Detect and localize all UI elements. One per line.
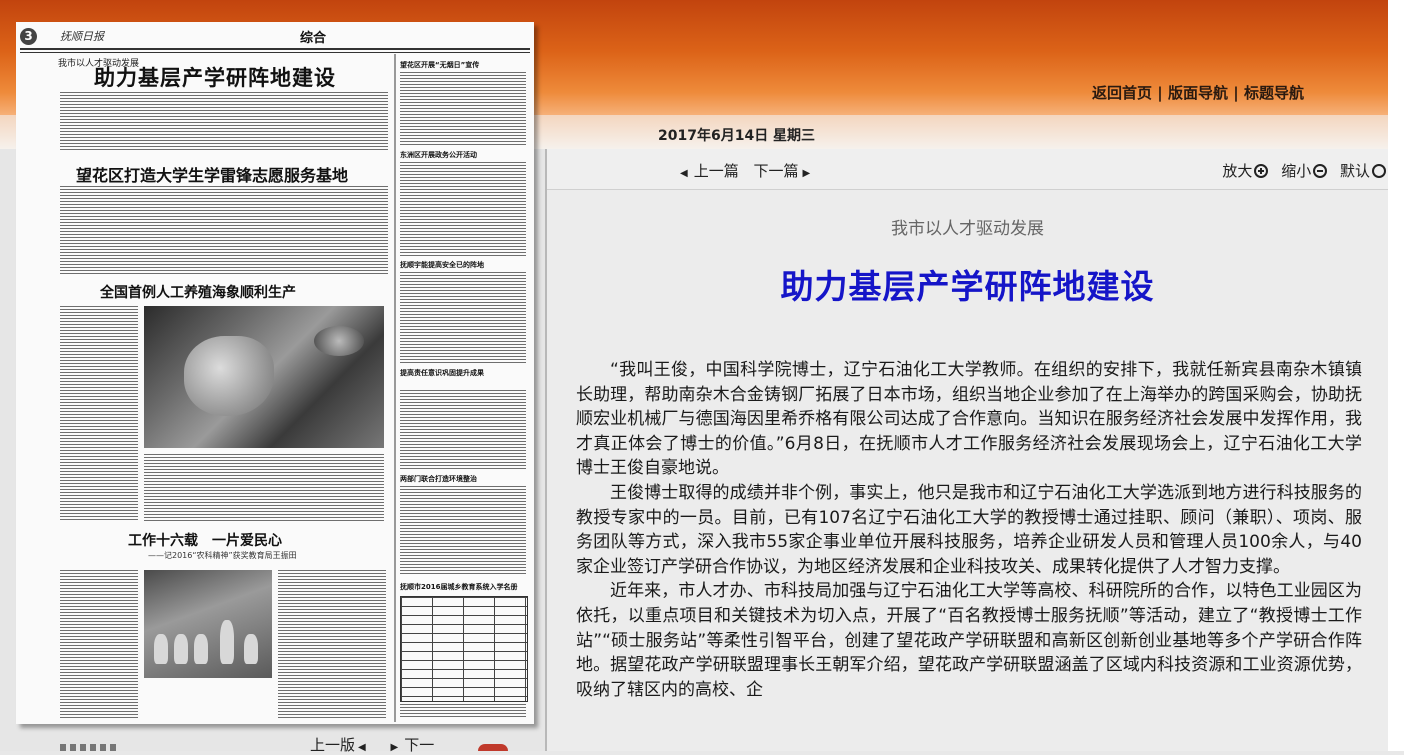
np-side-headline-link[interactable]: 望花区开展“无烟日”宣传	[400, 60, 479, 70]
np-side-headline-link[interactable]: 抚顺市2016届城乡教育系统入学名册	[400, 582, 517, 592]
prev-page-label: 上一版	[310, 736, 356, 754]
nav-separator: |	[1157, 84, 1163, 102]
next-page-label: 下一	[404, 736, 435, 754]
article-subtitle: 我市以人才驱动发展	[891, 219, 1044, 239]
article-paragraph: 王俊博士取得的成绩并非个例，事实上，他只是我市和辽宁石油化工大学选派到地方进行科…	[576, 482, 1362, 577]
np-text-block	[400, 72, 526, 146]
cutoff-text	[60, 744, 120, 751]
np-text-block	[400, 704, 526, 718]
nav-separator: |	[1233, 84, 1239, 102]
np-headline-link[interactable]: 助力基层产学研阵地建设	[94, 62, 336, 92]
issue-date: 2017年6月14日 星期三	[658, 128, 816, 144]
np-headline-link[interactable]: 全国首例人工养殖海象顺利生产	[100, 282, 296, 302]
article-paragraph: “我叫王俊，中国科学院博士，辽宁石油化工大学教师。在组织的安排下，我就任新宾县南…	[576, 360, 1362, 479]
page-nav-link[interactable]: 版面导航	[1168, 84, 1228, 102]
newspaper-page-image[interactable]: 3 抚顺日报 综合 我市以人才驱动发展 助力基层产学研阵地建设 望花区打造大学生…	[16, 22, 534, 724]
section-name: 综合	[300, 31, 327, 46]
article-pager: ◀ 上一篇 下一篇 ▶	[680, 160, 820, 181]
np-text-block	[60, 92, 388, 152]
circle-icon	[1372, 164, 1386, 178]
triangle-left-icon: ◀	[358, 742, 366, 753]
newspaper-masthead: 抚顺日报	[60, 30, 104, 43]
page-pager: 上一版 ◀ ▶ 下一	[310, 734, 434, 755]
minus-circle-icon	[1313, 164, 1328, 178]
zoom-out-button[interactable]: 缩小	[1281, 162, 1328, 180]
np-headline-link[interactable]: 工作十六载 一片爱民心	[128, 530, 282, 550]
person-figure	[154, 634, 168, 664]
np-side-headline-link[interactable]: 两部门联合打造环境整治	[400, 474, 477, 484]
page-number-badge: 3	[20, 28, 37, 45]
triangle-right-icon: ▶	[390, 742, 399, 753]
np-text-block	[278, 570, 386, 718]
zoom-default-button[interactable]: 默认	[1340, 162, 1386, 180]
article-body: “我叫王俊，中国科学院博士，辽宁石油化工大学教师。在组织的安排下，我就任新宾县南…	[576, 358, 1362, 702]
prev-article-label: 上一篇	[693, 162, 739, 180]
zoom-in-button[interactable]: 放大	[1222, 162, 1269, 180]
zoom-controls: 放大 缩小 默认	[1214, 160, 1386, 181]
masthead-rule	[20, 48, 530, 50]
np-side-headline-link[interactable]: 东洲区开展政务公开活动	[400, 150, 477, 160]
triangle-right-icon: ▶	[802, 168, 811, 179]
cutoff-image	[478, 744, 508, 751]
np-text-block	[60, 306, 138, 522]
person-figure	[244, 634, 258, 664]
masthead-rule	[20, 52, 530, 53]
next-article-label: 下一篇	[753, 162, 799, 180]
np-text-block	[400, 390, 526, 470]
np-text-block	[144, 454, 384, 522]
np-subheadline: ——记2016“农科精神”获奖教育局王振田	[148, 551, 297, 560]
np-side-headline-link[interactable]: 提高责任意识巩固提升成果	[400, 368, 484, 378]
walrus-photo	[144, 306, 384, 448]
triangle-left-icon: ◀	[680, 168, 688, 179]
article-paragraph: 近年来，市人才办、市科技局加强与辽宁石油化工大学等高校、科研院所的合作，以特色工…	[576, 581, 1362, 700]
person-figure	[220, 620, 234, 664]
next-article-link[interactable]: 下一篇 ▶	[754, 162, 811, 180]
np-headline-link[interactable]: 望花区打造大学生学雷锋志愿服务基地	[76, 162, 348, 186]
np-text-block	[60, 186, 388, 276]
next-page-link[interactable]: ▶ 下一	[377, 736, 435, 754]
top-navigation: 返回首页 | 版面导航 | 标题导航	[1092, 82, 1304, 103]
person-figure	[194, 634, 208, 664]
walrus-figure	[314, 326, 364, 356]
np-side-headline-link[interactable]: 抚顺宇能提高安全已的阵地	[400, 260, 484, 270]
person-figure	[174, 634, 188, 664]
home-link[interactable]: 返回首页	[1092, 84, 1152, 102]
column-rule	[394, 54, 396, 722]
zoom-in-label: 放大	[1222, 162, 1253, 180]
zoom-default-label: 默认	[1339, 162, 1370, 180]
np-text-block	[400, 162, 526, 256]
np-text-block	[400, 272, 526, 364]
zoom-out-label: 缩小	[1281, 162, 1312, 180]
right-edge	[1388, 0, 1404, 751]
article-title: 助力基层产学研阵地建设	[780, 267, 1155, 306]
title-nav-link[interactable]: 标题导航	[1244, 84, 1304, 102]
classroom-photo	[144, 570, 272, 678]
walrus-figure	[184, 336, 274, 416]
prev-page-link[interactable]: 上一版 ◀	[310, 736, 372, 754]
np-data-table	[400, 596, 528, 702]
np-text-block	[400, 486, 526, 576]
plus-circle-icon	[1254, 164, 1269, 178]
np-text-block	[60, 570, 138, 718]
prev-article-link[interactable]: ◀ 上一篇	[680, 162, 739, 180]
